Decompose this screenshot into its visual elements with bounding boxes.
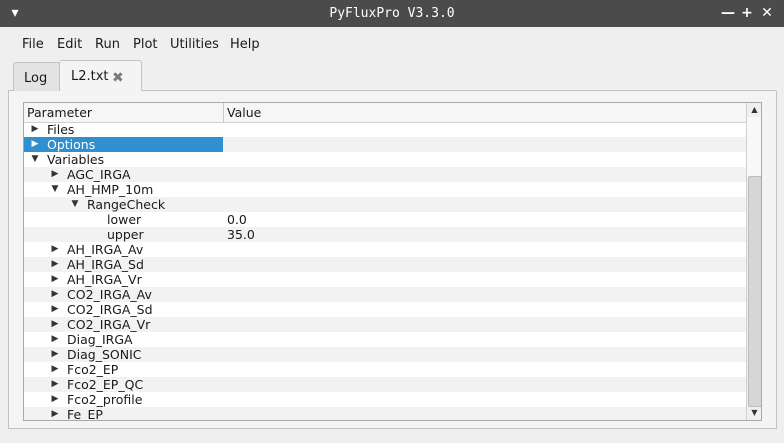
tree-row-rangecheck[interactable]: ▼ RangeCheck <box>24 197 746 212</box>
vertical-scrollbar[interactable]: ▲ ▼ <box>746 103 761 420</box>
tree-row-label: Variables <box>47 152 105 167</box>
tree-row-co2-irga-sd[interactable]: ▶ CO2_IRGA_Sd <box>24 302 746 317</box>
header-separator[interactable] <box>223 103 224 122</box>
menu-help[interactable]: Help <box>230 37 260 52</box>
scroll-thumb[interactable] <box>748 176 761 407</box>
menu-utilities[interactable]: Utilities <box>170 37 219 52</box>
tree-row-fe-ep[interactable]: ▶ Fe_EP <box>24 407 746 421</box>
expand-arrow-icon[interactable]: ▶ <box>50 407 60 420</box>
tree-row-co2-irga-vr[interactable]: ▶ CO2_IRGA_Vr <box>24 317 746 332</box>
scroll-up-icon[interactable]: ▲ <box>747 103 761 117</box>
expand-arrow-icon[interactable]: ▶ <box>50 347 60 362</box>
collapse-arrow-icon[interactable]: ▼ <box>50 182 60 197</box>
menu-edit[interactable]: Edit <box>57 37 82 52</box>
menu-file[interactable]: File <box>22 37 44 52</box>
tree-row-label: RangeCheck <box>87 197 166 212</box>
tree-row-ah-irga-vr[interactable]: ▶ AH_IRGA_Vr <box>24 272 746 287</box>
tree-row-upper[interactable]: upper 35.0 <box>24 227 746 242</box>
tree-row-label: Fco2_EP <box>67 362 119 377</box>
window-title: PyFluxPro V3.3.0 <box>329 6 455 21</box>
tree-row-label: AH_IRGA_Vr <box>67 272 142 287</box>
tree-row-ah-irga-sd[interactable]: ▶ AH_IRGA_Sd <box>24 257 746 272</box>
expand-arrow-icon[interactable]: ▶ <box>30 137 40 152</box>
tree-row-co2-irga-av[interactable]: ▶ CO2_IRGA_Av <box>24 287 746 302</box>
expand-arrow-icon[interactable]: ▶ <box>50 302 60 317</box>
tree-row-fco2-profile[interactable]: ▶ Fco2_profile <box>24 392 746 407</box>
tab-log[interactable]: Log <box>13 62 60 92</box>
tree-row-label: CO2_IRGA_Vr <box>67 317 151 332</box>
tree-row-fco2-ep-qc[interactable]: ▶ Fco2_EP_QC <box>24 377 746 392</box>
tree-row-label: AH_HMP_10m <box>67 182 154 197</box>
tree-row-label: AGC_IRGA <box>67 167 131 182</box>
tree-row-lower[interactable]: lower 0.0 <box>24 212 746 227</box>
expand-arrow-icon[interactable]: ▶ <box>50 167 60 182</box>
header-value[interactable]: Value <box>227 105 261 120</box>
menu-bar: File Edit Run Plot Utilities Help <box>0 27 784 57</box>
expand-arrow-icon[interactable]: ▶ <box>50 392 60 407</box>
scroll-track[interactable] <box>747 117 761 176</box>
maximize-icon[interactable]: + <box>737 3 757 23</box>
minimize-icon[interactable]: — <box>718 3 738 23</box>
tree-row-value[interactable]: 0.0 <box>227 212 247 227</box>
tree-row-ah-irga-av[interactable]: ▶ AH_IRGA_Av <box>24 242 746 257</box>
expand-arrow-icon[interactable]: ▶ <box>30 122 40 137</box>
tree-row-label: CO2_IRGA_Sd <box>67 302 153 317</box>
tree-row-label: AH_IRGA_Sd <box>67 257 144 272</box>
tree-row-label: Files <box>47 122 75 137</box>
title-bar: ▾ PyFluxPro V3.3.0 — + ✕ <box>0 0 784 27</box>
expand-arrow-icon[interactable]: ▶ <box>50 287 60 302</box>
tree-row-label: lower <box>107 212 142 227</box>
tree-row-variables[interactable]: ▼ Variables <box>24 152 746 167</box>
tree-row-fco2-ep[interactable]: ▶ Fco2_EP <box>24 362 746 377</box>
tab-log-label: Log <box>24 71 48 86</box>
tree-row-label: Fco2_EP_QC <box>67 377 144 392</box>
expand-arrow-icon[interactable]: ▶ <box>50 362 60 377</box>
tab-close-icon[interactable]: ✖ <box>112 70 124 86</box>
tab-l2-txt[interactable]: L2.txt ✖ <box>59 60 142 92</box>
header-parameter[interactable]: Parameter <box>27 105 92 120</box>
expand-arrow-icon[interactable]: ▶ <box>50 332 60 347</box>
expand-arrow-icon[interactable]: ▶ <box>50 377 60 392</box>
menu-run[interactable]: Run <box>95 37 120 52</box>
expand-arrow-icon[interactable]: ▶ <box>50 317 60 332</box>
tree-row-files[interactable]: ▶ Files <box>24 122 746 137</box>
close-icon[interactable]: ✕ <box>757 3 777 23</box>
tree-row-diag-sonic[interactable]: ▶ Diag_SONIC <box>24 347 746 362</box>
expand-arrow-icon[interactable]: ▶ <box>50 272 60 287</box>
collapse-arrow-icon[interactable]: ▼ <box>70 197 80 212</box>
tab-l2-txt-label: L2.txt <box>71 69 109 84</box>
tree-row-label: Diag_SONIC <box>67 347 142 362</box>
parameter-tree[interactable]: Parameter Value ▶ Files ▶ Options ▼ Vari… <box>23 102 762 421</box>
tree-row-label: AH_IRGA_Av <box>67 242 144 257</box>
tree-row-options[interactable]: ▶ Options <box>24 137 746 152</box>
menu-plot[interactable]: Plot <box>133 37 158 52</box>
tree-row-value[interactable]: 35.0 <box>227 227 255 242</box>
tree-header: Parameter Value <box>24 103 746 123</box>
tree-row-label: Fco2_profile <box>67 392 143 407</box>
tree-row-label: upper <box>107 227 144 242</box>
tree-row-diag-irga[interactable]: ▶ Diag_IRGA <box>24 332 746 347</box>
tree-row-label: Options <box>47 137 96 152</box>
tree-row-label: Fe_EP <box>67 407 103 421</box>
expand-arrow-icon[interactable]: ▶ <box>50 242 60 257</box>
tree-row-agc-irga[interactable]: ▶ AGC_IRGA <box>24 167 746 182</box>
tree-row-ah-hmp-10m[interactable]: ▼ AH_HMP_10m <box>24 182 746 197</box>
tree-row-label: Diag_IRGA <box>67 332 133 347</box>
expand-arrow-icon[interactable]: ▶ <box>50 257 60 272</box>
collapse-arrow-icon[interactable]: ▼ <box>30 152 40 167</box>
scroll-down-icon[interactable]: ▼ <box>747 406 761 420</box>
tree-row-label: CO2_IRGA_Av <box>67 287 152 302</box>
